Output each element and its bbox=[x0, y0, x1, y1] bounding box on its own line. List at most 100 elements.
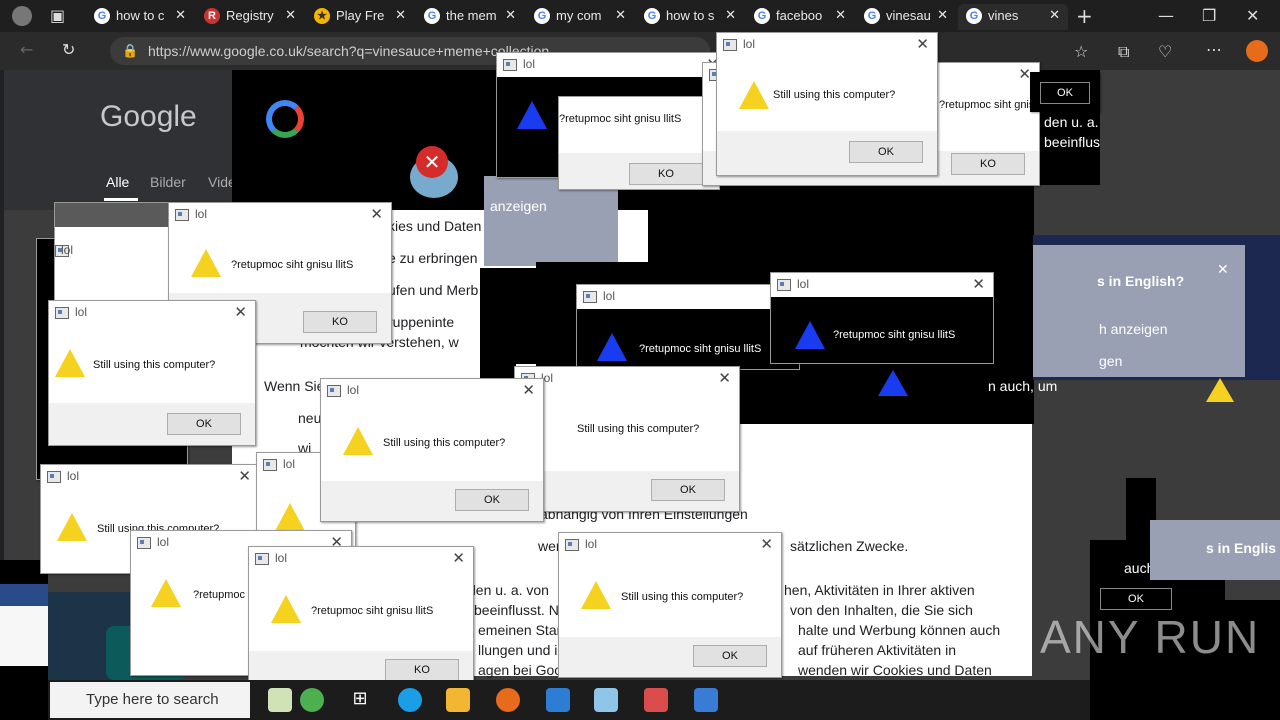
reload-icon[interactable]: ↻ bbox=[62, 40, 75, 59]
consent-text-4: ruppeninte bbox=[388, 314, 455, 330]
tab-7[interactable]: G faceboo ✕ bbox=[746, 4, 854, 30]
ko-button[interactable]: KO bbox=[385, 659, 459, 681]
consent-text-6: Wenn Sie bbox=[264, 378, 325, 394]
close-icon[interactable]: ✕ bbox=[615, 7, 626, 23]
close-icon[interactable]: ✕ bbox=[238, 467, 251, 485]
window-close-icon[interactable]: ✕ bbox=[1246, 6, 1259, 25]
taskbar-search-input[interactable]: Type here to search bbox=[50, 682, 250, 718]
ko-button[interactable]: KO bbox=[629, 163, 703, 185]
close-icon[interactable]: ✕ bbox=[175, 7, 186, 23]
collections-icon[interactable]: ⧉ bbox=[1118, 42, 1129, 62]
ok-button[interactable]: OK bbox=[167, 413, 241, 435]
close-icon[interactable]: ✕ bbox=[916, 35, 929, 53]
app-icon bbox=[55, 307, 69, 319]
close-icon[interactable]: ✕ bbox=[937, 7, 948, 23]
lock-icon: 🔒 bbox=[122, 43, 139, 58]
app-icon[interactable] bbox=[546, 688, 570, 712]
close-icon[interactable]: ✕ bbox=[725, 7, 736, 23]
ok-button[interactable]: OK bbox=[651, 479, 725, 501]
consent-text-17: hen, Aktivitäten in Ihrer aktiven bbox=[784, 582, 975, 598]
flask-icon[interactable] bbox=[300, 688, 324, 712]
ko-button[interactable]: KO bbox=[951, 153, 1025, 175]
app-icon bbox=[263, 459, 277, 471]
ok-button[interactable]: OK bbox=[1100, 588, 1172, 610]
ok-button[interactable]: OK bbox=[455, 489, 529, 511]
document-icon[interactable] bbox=[644, 688, 668, 712]
task-view-icon[interactable]: ⊞ bbox=[348, 688, 372, 712]
favorites-star-icon[interactable]: ☆ bbox=[1074, 42, 1088, 61]
tab-5[interactable]: G my com ✕ bbox=[526, 4, 634, 30]
firefox-icon[interactable] bbox=[496, 688, 520, 712]
google-favicon-icon: G bbox=[754, 8, 770, 24]
paint-icon[interactable] bbox=[268, 688, 292, 712]
tab-9-active[interactable]: G vines ✕ bbox=[958, 4, 1068, 30]
dialog-window: ?retupmoc siht gnisu llitS KO bbox=[558, 96, 720, 190]
close-icon[interactable]: ✕ bbox=[370, 205, 383, 223]
ok-button[interactable]: OK bbox=[1040, 82, 1090, 104]
close-icon[interactable]: ✕ bbox=[1217, 261, 1229, 278]
copilot-icon[interactable] bbox=[1246, 40, 1268, 62]
consent-text-19: halte und Werbung können auch bbox=[798, 622, 1001, 638]
language-link-2[interactable]: gen bbox=[1099, 353, 1122, 369]
close-icon[interactable]: ✕ bbox=[395, 7, 406, 23]
consent-text-13: beeinflusst. N bbox=[474, 602, 559, 618]
close-icon[interactable]: ✕ bbox=[760, 535, 773, 553]
ok-button[interactable]: OK bbox=[849, 141, 923, 163]
glitch-black-block bbox=[480, 268, 536, 364]
ko-button[interactable]: KO bbox=[303, 311, 377, 333]
new-tab-icon[interactable]: + bbox=[1076, 4, 1093, 28]
close-icon[interactable]: ✕ bbox=[452, 549, 465, 567]
warning-icon bbox=[581, 581, 611, 609]
tab-6[interactable]: G how to s ✕ bbox=[636, 4, 744, 30]
close-icon[interactable]: ✕ bbox=[234, 303, 247, 321]
consent-text-18: von den Inhalten, die Sie sich bbox=[790, 602, 973, 618]
glitch-gray-block: s in Englis bbox=[1150, 520, 1280, 580]
back-icon[interactable]: ← bbox=[20, 40, 33, 59]
more-menu-icon[interactable]: ⋯ bbox=[1206, 40, 1222, 59]
google-logo[interactable]: Google bbox=[100, 100, 197, 134]
app-icon[interactable] bbox=[694, 688, 718, 712]
ok-button[interactable]: OK bbox=[693, 645, 767, 667]
close-icon[interactable]: ✕ bbox=[718, 369, 731, 387]
google-favicon-icon: G bbox=[94, 8, 110, 24]
dialog-window: lol ✕ Still using this computer? OK bbox=[320, 378, 544, 522]
close-icon[interactable]: ✕ bbox=[835, 7, 846, 23]
tab-4[interactable]: G the mem ✕ bbox=[416, 4, 524, 30]
tab-actions-icon[interactable]: ▣ bbox=[50, 6, 65, 25]
warning-icon bbox=[739, 81, 769, 109]
show-link-fragment[interactable]: anzeigen bbox=[490, 198, 547, 214]
close-icon[interactable]: ✕ bbox=[1049, 7, 1060, 23]
file-explorer-icon[interactable] bbox=[446, 688, 470, 712]
edge-icon[interactable] bbox=[398, 688, 422, 712]
language-link[interactable]: h anzeigen bbox=[1099, 321, 1168, 337]
consent-text-14: emeinen Stan bbox=[478, 622, 565, 638]
info-icon bbox=[597, 333, 627, 361]
notepad-icon[interactable] bbox=[594, 688, 618, 712]
warning-icon bbox=[275, 503, 305, 531]
tab-3[interactable]: ★ Play Fre ✕ bbox=[306, 4, 414, 30]
dialog-window: lol ✕ Still using this computer? OK bbox=[716, 32, 938, 176]
tab-all[interactable]: Alle bbox=[106, 174, 129, 190]
restore-icon[interactable]: ❐ bbox=[1202, 6, 1216, 25]
glitch-black-block bbox=[648, 186, 1034, 268]
close-icon[interactable]: ✕ bbox=[505, 7, 516, 23]
tab-8[interactable]: G vinesau ✕ bbox=[856, 4, 956, 30]
consent-text-16: agen bei Goo bbox=[478, 662, 563, 678]
close-icon[interactable]: ✕ bbox=[522, 381, 535, 399]
tab-1[interactable]: G how to c ✕ bbox=[86, 4, 194, 30]
anyrun-watermark: ANY RUN bbox=[1040, 611, 1261, 663]
google-favicon-icon: G bbox=[864, 8, 880, 24]
error-icon: ✕ bbox=[416, 146, 448, 178]
tab-2[interactable]: R Registry ✕ bbox=[196, 4, 304, 30]
close-icon[interactable]: ✕ bbox=[285, 7, 296, 23]
glitch-block bbox=[0, 606, 48, 666]
glitch-text: s in Englis bbox=[1206, 540, 1277, 556]
minimize-icon[interactable]: — bbox=[1158, 6, 1174, 25]
dialog-window: lol✕ ?retupmoc siht gnisu llitS KO bbox=[248, 546, 474, 692]
favorites-bar-icon[interactable]: ♡ bbox=[1158, 42, 1172, 61]
profile-icon[interactable] bbox=[12, 6, 32, 26]
consent-text-20: auf früheren Aktivitäten in bbox=[798, 642, 956, 658]
tab-images[interactable]: Bilder bbox=[150, 174, 186, 190]
close-icon[interactable]: ✕ bbox=[972, 275, 985, 293]
consent-text-2: e zu erbringen bbox=[388, 250, 478, 266]
